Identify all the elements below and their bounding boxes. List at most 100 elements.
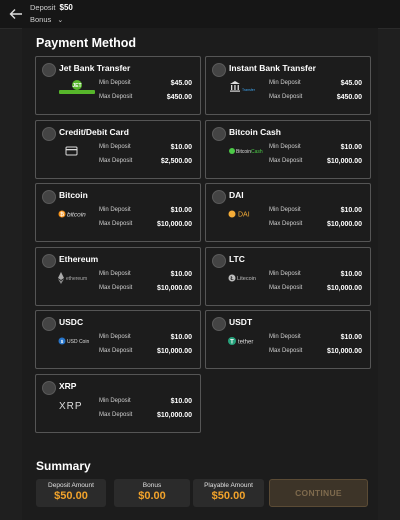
method-card-ethereum[interactable]: Ethereum ethereum Min Deposit $10.00 Max…: [35, 247, 201, 306]
tether-logo-icon: T tether: [228, 334, 268, 348]
max-deposit-value: $10,000.00: [326, 348, 362, 355]
max-deposit-label: Max Deposit: [99, 94, 133, 100]
min-deposit-label: Min Deposit: [269, 334, 301, 340]
radio-button[interactable]: [212, 63, 226, 77]
method-card-dai[interactable]: DAI DAI Min Deposit $10.00 Max Deposit $…: [205, 183, 371, 242]
min-deposit-label: Min Deposit: [99, 398, 131, 404]
svg-text:bitcoin: bitcoin: [67, 212, 86, 219]
min-deposit-label: Min Deposit: [269, 207, 301, 213]
deposit-label: Deposit: [30, 3, 56, 12]
max-deposit-label: Max Deposit: [99, 221, 133, 227]
svg-text:BitcoinCash: BitcoinCash: [236, 149, 263, 155]
deposit-page: Deposit $50 Bonus ⌄ Payment Method Jet B…: [0, 0, 400, 520]
max-deposit-value: $10,000.00: [326, 285, 362, 292]
continue-button[interactable]: CONTINUE: [269, 479, 368, 507]
radio-button[interactable]: [42, 63, 56, 77]
playable-amount-label: Playable Amount: [204, 482, 253, 489]
max-deposit-value: $10,000.00: [156, 348, 192, 355]
min-deposit-value: $10.00: [340, 271, 362, 278]
max-deposit-label: Max Deposit: [99, 285, 133, 291]
max-deposit-value: $10,000.00: [326, 221, 362, 228]
max-deposit-label: Max Deposit: [99, 158, 133, 164]
method-name: Bitcoin Cash: [229, 127, 281, 137]
bonus-label: Bonus: [142, 482, 162, 489]
dai-logo-icon: DAI: [228, 207, 268, 221]
deposit-amount-label: Deposit Amount: [48, 482, 94, 489]
svg-text:T: T: [230, 340, 234, 346]
min-deposit-label: Min Deposit: [99, 271, 131, 277]
top-bar: Deposit $50 Bonus ⌄: [0, 0, 400, 29]
chevron-down-icon: ⌄: [57, 17, 64, 24]
playable-amount-box: Playable Amount $50.00: [193, 479, 264, 507]
deposit-amount: $50: [59, 3, 73, 12]
method-card-ltc[interactable]: LTC Ł Litecoin Min Deposit $10.00 Max De…: [205, 247, 371, 306]
max-deposit-label: Max Deposit: [269, 94, 303, 100]
radio-button[interactable]: [42, 190, 56, 204]
bitcoin-cash-logo-icon: BitcoinCash: [228, 144, 268, 158]
svg-text:XRP: XRP: [59, 401, 83, 412]
credit-card-icon: [58, 144, 98, 158]
deposit-amount-box: Deposit Amount $50.00: [36, 479, 106, 507]
max-deposit-value: $10,000.00: [156, 412, 192, 419]
back-arrow-icon[interactable]: [8, 6, 24, 22]
radio-button[interactable]: [42, 127, 56, 141]
max-deposit-value: $10,000.00: [156, 221, 192, 228]
min-deposit-value: $10.00: [170, 144, 192, 151]
min-deposit-label: Min Deposit: [99, 334, 131, 340]
payment-method-title: Payment Method: [36, 36, 137, 50]
min-deposit-value: $10.00: [170, 334, 192, 341]
min-deposit-value: $10.00: [170, 271, 192, 278]
bonus-box: Bonus $0.00: [114, 479, 190, 507]
payment-panel: Payment Method Jet Bank Transfer JET Min…: [22, 28, 378, 520]
min-deposit-value: $10.00: [340, 207, 362, 214]
min-deposit-value: $10.00: [170, 398, 192, 405]
bitcoin-logo-icon: ₿ bitcoin: [58, 207, 98, 221]
radio-button[interactable]: [42, 381, 56, 395]
bonus-selector[interactable]: Bonus ⌄: [30, 15, 63, 24]
xrp-logo-icon: XRP: [58, 398, 98, 412]
method-card-xrp[interactable]: XRP XRP Min Deposit $10.00 Max Deposit $…: [35, 374, 201, 433]
max-deposit-label: Max Deposit: [269, 285, 303, 291]
method-card-bitcoin-cash[interactable]: Bitcoin Cash BitcoinCash Min Deposit $10…: [205, 120, 371, 179]
method-name: USDT: [229, 317, 253, 327]
playable-amount-value: $50.00: [211, 490, 246, 502]
min-deposit-label: Min Deposit: [99, 207, 131, 213]
method-card-bitcoin[interactable]: Bitcoin ₿ bitcoin Min Deposit $10.00 Max…: [35, 183, 201, 242]
min-deposit-label: Min Deposit: [269, 271, 301, 277]
radio-button[interactable]: [212, 254, 226, 268]
method-card-jet-bank-transfer[interactable]: Jet Bank Transfer JET Min Deposit $45.00…: [35, 56, 201, 115]
method-name: Instant Bank Transfer: [229, 63, 316, 73]
method-name: Jet Bank Transfer: [59, 63, 131, 73]
max-deposit-label: Max Deposit: [269, 221, 303, 227]
radio-button[interactable]: [212, 190, 226, 204]
max-deposit-value: $450.00: [336, 94, 362, 101]
bonus-value: $0.00: [138, 490, 166, 502]
jet-bank-transfer-logo-icon: JET: [58, 80, 98, 94]
method-card-credit-debit-card[interactable]: Credit/Debit Card Min Deposit $10.00 Max…: [35, 120, 201, 179]
method-card-usdc[interactable]: USDC $ USD Coin Min Deposit $10.00 Max D…: [35, 310, 201, 369]
method-name: Bitcoin: [59, 190, 88, 200]
svg-text:₿: ₿: [60, 211, 64, 218]
bank-icon: Transfer: [228, 80, 268, 94]
litecoin-logo-icon: Ł Litecoin: [228, 271, 268, 285]
max-deposit-value: $10,000.00: [156, 285, 192, 292]
radio-button[interactable]: [212, 317, 226, 331]
svg-text:Litecoin: Litecoin: [237, 276, 256, 282]
ethereum-logo-icon: ethereum: [58, 271, 98, 285]
method-name: Credit/Debit Card: [59, 127, 129, 137]
min-deposit-value: $45.00: [170, 80, 192, 87]
radio-button[interactable]: [212, 127, 226, 141]
radio-button[interactable]: [42, 254, 56, 268]
max-deposit-label: Max Deposit: [269, 348, 303, 354]
radio-button[interactable]: [42, 317, 56, 331]
method-card-usdt[interactable]: USDT T tether Min Deposit $10.00 Max Dep…: [205, 310, 371, 369]
max-deposit-label: Max Deposit: [99, 412, 133, 418]
method-card-instant-bank-transfer[interactable]: Instant Bank Transfer Transfer Min Depos…: [205, 56, 371, 115]
max-deposit-value: $2,500.00: [160, 158, 192, 165]
max-deposit-label: Max Deposit: [269, 158, 303, 164]
max-deposit-label: Max Deposit: [99, 348, 133, 354]
method-name: DAI: [229, 190, 244, 200]
method-name: Ethereum: [59, 254, 99, 264]
svg-text:DAI: DAI: [238, 212, 250, 219]
bonus-label: Bonus: [30, 15, 52, 24]
